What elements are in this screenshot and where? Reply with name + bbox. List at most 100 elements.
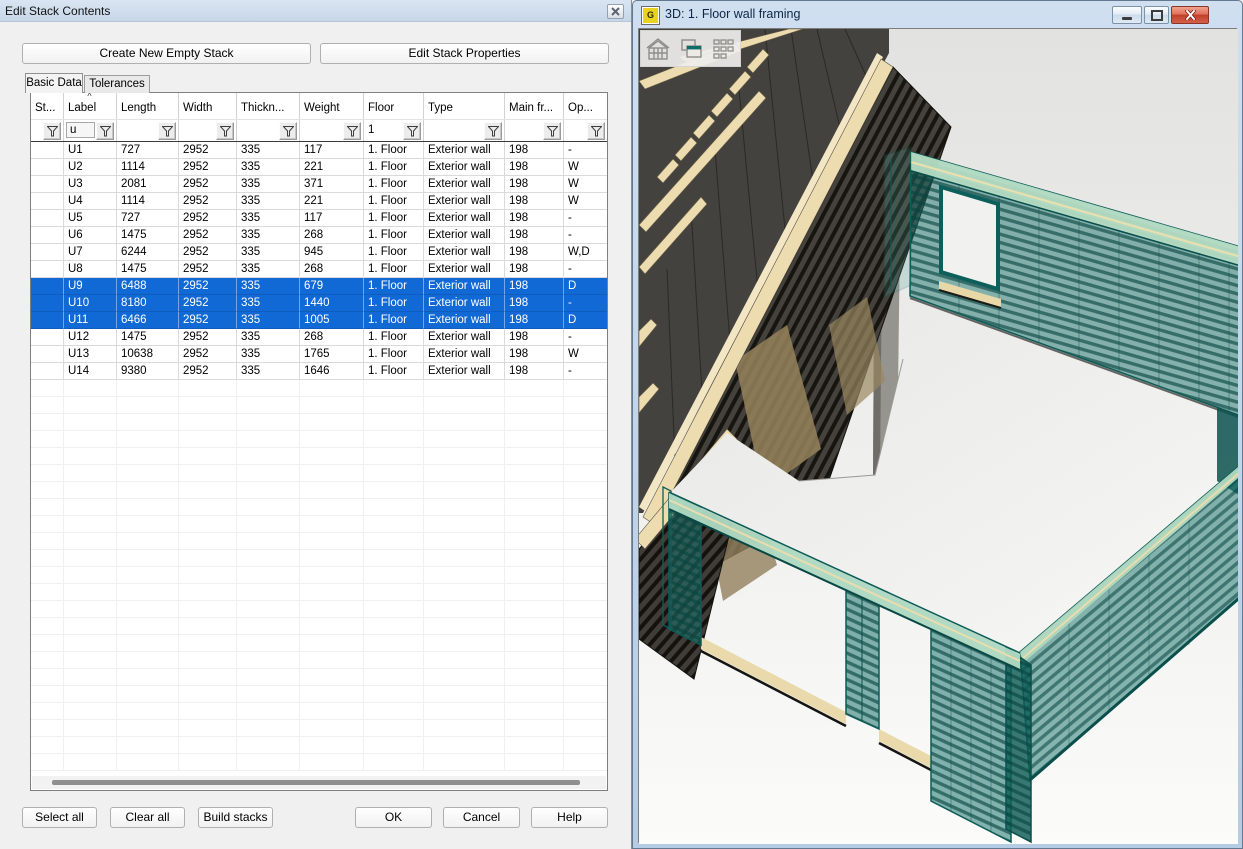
column-header-floor[interactable]: Floor — [364, 93, 424, 119]
table-cell[interactable]: 1. Floor — [364, 244, 424, 261]
table-cell[interactable] — [31, 261, 64, 278]
table-cell[interactable]: 198 — [505, 142, 564, 159]
table-cell[interactable]: U3 — [64, 176, 117, 193]
table-cell[interactable]: 1475 — [117, 329, 179, 346]
table-cell[interactable]: 1765 — [300, 346, 364, 363]
table-cell[interactable]: 198 — [505, 227, 564, 244]
cascade-windows-icon[interactable] — [676, 34, 706, 64]
table-cell[interactable]: 268 — [300, 261, 364, 278]
table-cell[interactable]: W — [564, 176, 607, 193]
column-header-type[interactable]: Type — [424, 93, 505, 119]
table-cell[interactable]: 6466 — [117, 312, 179, 329]
table-cell[interactable]: 1. Floor — [364, 261, 424, 278]
table-cell[interactable]: 2952 — [179, 363, 237, 380]
table-cell[interactable]: 1475 — [117, 227, 179, 244]
table-cell[interactable]: 6488 — [117, 278, 179, 295]
table-cell[interactable]: Exterior wall — [424, 278, 505, 295]
table-cell[interactable]: 198 — [505, 295, 564, 312]
table-row-U12[interactable]: U12147529523352681. FloorExterior wall19… — [31, 329, 607, 346]
table-cell[interactable]: 335 — [237, 261, 300, 278]
table-cell[interactable]: W — [564, 193, 607, 210]
filter-icon[interactable] — [216, 122, 234, 140]
dialog-titlebar[interactable]: Edit Stack Contents — [0, 0, 631, 22]
filter-icon[interactable] — [43, 122, 61, 140]
table-cell[interactable]: 1475 — [117, 261, 179, 278]
empty-table-row[interactable] — [31, 533, 607, 550]
table-cell[interactable]: U2 — [64, 159, 117, 176]
table-cell[interactable]: 727 — [117, 142, 179, 159]
table-cell[interactable]: 335 — [237, 278, 300, 295]
table-cell[interactable]: 221 — [300, 159, 364, 176]
table-row-U1[interactable]: U172729523351171. FloorExterior wall198- — [31, 142, 607, 159]
close-window-button[interactable] — [1171, 6, 1209, 24]
table-cell[interactable]: 335 — [237, 363, 300, 380]
table-cell[interactable]: 2952 — [179, 261, 237, 278]
table-cell[interactable]: 1. Floor — [364, 227, 424, 244]
table-cell[interactable] — [31, 159, 64, 176]
empty-table-row[interactable] — [31, 567, 607, 584]
table-cell[interactable]: Exterior wall — [424, 227, 505, 244]
column-header-mainfr[interactable]: Main fr... — [505, 93, 564, 119]
table-cell[interactable]: 2952 — [179, 346, 237, 363]
table-cell[interactable]: 335 — [237, 329, 300, 346]
table-cell[interactable]: U4 — [64, 193, 117, 210]
tab-tolerances[interactable]: Tolerances — [84, 75, 150, 93]
table-cell[interactable]: 679 — [300, 278, 364, 295]
table-cell[interactable]: 198 — [505, 193, 564, 210]
filter-icon[interactable] — [403, 122, 421, 140]
table-cell[interactable]: Exterior wall — [424, 244, 505, 261]
3d-viewport[interactable] — [638, 28, 1237, 843]
horizontal-scrollbar[interactable] — [32, 776, 606, 789]
table-cell[interactable]: U6 — [64, 227, 117, 244]
table-cell[interactable]: 2952 — [179, 278, 237, 295]
table-cell[interactable]: 1. Floor — [364, 312, 424, 329]
table-row-U10[interactable]: U108180295233514401. FloorExterior wall1… — [31, 295, 607, 312]
table-cell[interactable]: - — [564, 363, 607, 380]
table-cell[interactable]: 2952 — [179, 159, 237, 176]
label-filter-input[interactable]: u — [66, 122, 95, 138]
table-cell[interactable]: 335 — [237, 210, 300, 227]
table-cell[interactable] — [31, 346, 64, 363]
empty-table-row[interactable] — [31, 669, 607, 686]
table-cell[interactable]: 1. Floor — [364, 193, 424, 210]
table-cell[interactable]: 268 — [300, 329, 364, 346]
table-row-U6[interactable]: U6147529523352681. FloorExterior wall198… — [31, 227, 607, 244]
table-cell[interactable]: 1114 — [117, 159, 179, 176]
table-cell[interactable]: 117 — [300, 210, 364, 227]
filter-icon[interactable] — [279, 122, 297, 140]
edit-stack-properties-button[interactable]: Edit Stack Properties — [320, 43, 609, 64]
table-cell[interactable]: 945 — [300, 244, 364, 261]
house-framing-icon[interactable] — [643, 34, 673, 64]
table-cell[interactable]: 1. Floor — [364, 363, 424, 380]
table-row-U4[interactable]: U4111429523352211. FloorExterior wall198… — [31, 193, 607, 210]
empty-table-row[interactable] — [31, 686, 607, 703]
table-cell[interactable]: 6244 — [117, 244, 179, 261]
filter-icon[interactable] — [484, 122, 502, 140]
table-cell[interactable]: 198 — [505, 159, 564, 176]
table-cell[interactable]: 1. Floor — [364, 278, 424, 295]
table-cell[interactable]: U9 — [64, 278, 117, 295]
select-all-button[interactable]: Select all — [22, 807, 97, 828]
table-cell[interactable]: 1005 — [300, 312, 364, 329]
table-cell[interactable]: 1. Floor — [364, 346, 424, 363]
table-cell[interactable]: D — [564, 278, 607, 295]
table-cell[interactable]: 221 — [300, 193, 364, 210]
build-stacks-button[interactable]: Build stacks — [198, 807, 273, 828]
empty-table-row[interactable] — [31, 499, 607, 516]
table-cell[interactable] — [31, 295, 64, 312]
table-cell[interactable]: 198 — [505, 346, 564, 363]
table-cell[interactable]: 335 — [237, 295, 300, 312]
table-cell[interactable]: 2952 — [179, 295, 237, 312]
restore-button[interactable] — [1144, 6, 1169, 24]
empty-table-row[interactable] — [31, 754, 607, 771]
empty-table-row[interactable] — [31, 635, 607, 652]
table-cell[interactable]: 1. Floor — [364, 142, 424, 159]
table-cell[interactable]: 198 — [505, 329, 564, 346]
filter-icon[interactable] — [543, 122, 561, 140]
table-cell[interactable]: 335 — [237, 312, 300, 329]
table-cell[interactable]: U5 — [64, 210, 117, 227]
column-header-st[interactable]: St... — [31, 93, 64, 119]
filter-icon[interactable] — [158, 122, 176, 140]
table-cell[interactable]: U11 — [64, 312, 117, 329]
table-cell[interactable]: U1 — [64, 142, 117, 159]
